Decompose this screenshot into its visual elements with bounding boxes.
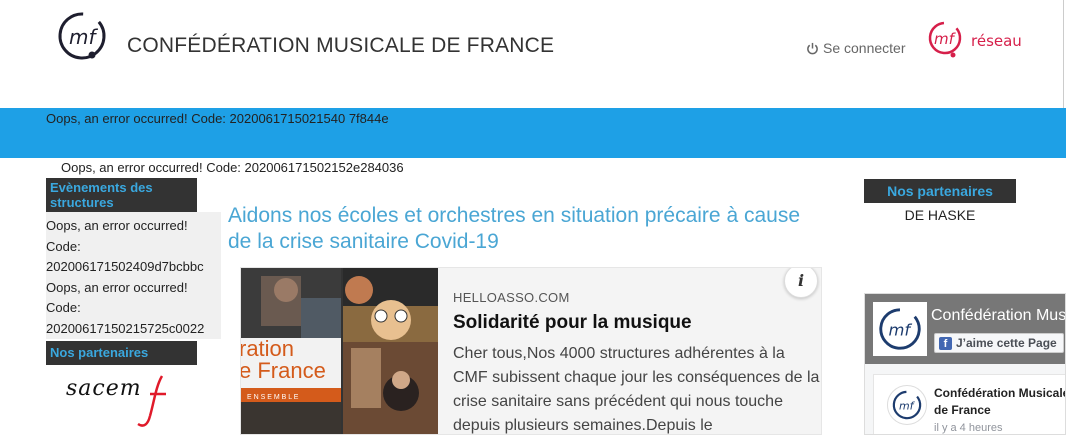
site-title[interactable]: CONFÉDÉRATION MUSICALE DE FRANCE [127, 34, 554, 58]
card-image: ration e France E N S E M B L E [241, 268, 438, 434]
banner-band: Oops, an error occurred! Code: 202006171… [0, 108, 1066, 158]
sacem-swoosh-icon [137, 375, 166, 427]
login-label: Se connecter [823, 40, 906, 56]
fb-post: mf Confédération Musicale de France il y… [873, 374, 1065, 434]
sacem-logo[interactable]: sacem [66, 372, 176, 432]
fb-post-time[interactable]: il y a 4 heures [934, 422, 1002, 434]
card-source: HELLOASSO.COM [453, 290, 570, 305]
fb-page-logo[interactable]: mf [873, 302, 927, 356]
reseau-label: réseau [971, 32, 1022, 50]
svg-text:mf: mf [69, 25, 98, 49]
article-title[interactable]: Aidons nos écoles et orchestres en situa… [228, 203, 808, 255]
page-edge-divider [1063, 0, 1064, 108]
site-header: mf CONFÉDÉRATION MUSICALE DE FRANCE Se c… [0, 0, 1066, 108]
fb-post-avatar[interactable]: mf [887, 385, 927, 425]
image-text-3: E N S E M B L E [247, 394, 299, 401]
cmf-reseau-icon: mf [928, 21, 962, 58]
collage-image: ration e France E N S E M B L E [241, 268, 438, 434]
svg-text:mf: mf [899, 399, 916, 412]
fb-like-label: J’aime cette Page [956, 336, 1057, 350]
fb-like-button[interactable]: f J’aime cette Page [934, 333, 1064, 353]
error-message: Oops, an error occurred! Code: 202006171… [61, 160, 404, 175]
events-error-2: Oops, an error occurred! Code: 202006171… [46, 279, 205, 336]
events-error-1: Oops, an error occurred! Code: 202006171… [46, 218, 204, 274]
cmf-avatar-icon: mf [892, 390, 922, 420]
facebook-icon: f [939, 336, 952, 350]
reseau-logo[interactable]: mf réseau [927, 18, 1027, 62]
power-icon [807, 42, 818, 54]
events-box: Oops, an error occurred! Code: 202006171… [46, 212, 221, 339]
facebook-widget[interactable]: mf Confédération Musicale de France f J’… [864, 293, 1066, 435]
fb-post-author[interactable]: Confédération Musicale de France [934, 385, 1065, 419]
login-link[interactable]: Se connecter [806, 40, 906, 56]
partner-de-haske[interactable]: DE HASKE [864, 207, 1016, 223]
right-partners-heading: Nos partenaires [864, 179, 1016, 203]
card-title[interactable]: Solidarité pour la musique [453, 312, 692, 334]
svg-text:mf: mf [888, 321, 912, 340]
card-description: Cher tous,Nos 4000 structures adhérentes… [453, 345, 820, 434]
left-partners-heading: Nos partenaires [46, 341, 197, 365]
events-heading: Evènements des structures [46, 178, 197, 212]
cmf-logo[interactable]: mf [56, 10, 108, 62]
svg-text:mf: mf [934, 30, 957, 48]
cmf-small-logo-icon: mf [879, 308, 921, 350]
left-sidebar: Evènements des structures Oops, an error… [46, 178, 221, 365]
fb-cover: mf Confédération Musicale de France f J’… [865, 294, 1065, 364]
helloasso-card[interactable]: ration e France E N S E M B L E HELLOASS… [240, 267, 822, 435]
fb-page-name[interactable]: Confédération Musicale de France [931, 307, 1065, 325]
image-text-2: e France [241, 358, 326, 383]
info-icon[interactable]: i [784, 268, 818, 298]
banner-error-text: Oops, an error occurred! Code: 202006171… [46, 111, 389, 126]
